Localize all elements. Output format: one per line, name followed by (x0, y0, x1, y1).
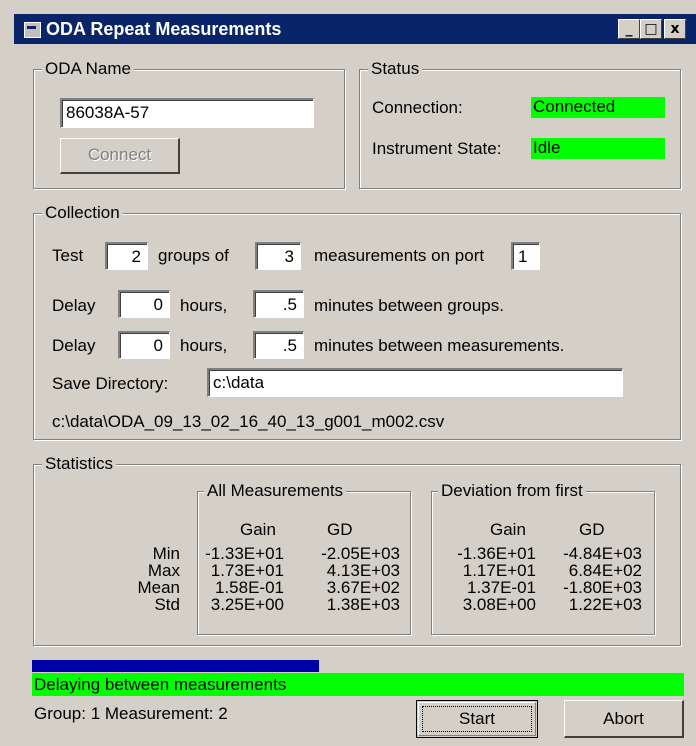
all-gd-header: GD (327, 520, 353, 539)
instrument-state-status: Idle (531, 138, 665, 159)
close-button[interactable]: x (664, 19, 686, 39)
minutes-between-groups-label: minutes between groups. (314, 296, 504, 315)
progress-bar (32, 660, 684, 672)
group-delay-label: Delay (52, 296, 96, 315)
oda-name-legend: ODA Name (42, 59, 134, 79)
all-gd-column: -2.05E+03 4.13E+03 3.67E+02 1.38E+03 (302, 545, 400, 613)
deviation-gd-column: -4.84E+03 6.84E+02 -1.80E+03 1.22E+03 (542, 545, 642, 613)
deviation-gain-column: -1.36E+01 1.17E+01 1.37E-01 3.08E+00 (436, 545, 536, 613)
deviation-legend: Deviation from first (438, 481, 586, 501)
status-legend: Status (368, 59, 423, 79)
save-directory-input[interactable]: c:\data (207, 368, 623, 397)
deviation-gd-max: 6.84E+02 (568, 561, 642, 580)
all-gain-mean: 1.58E-01 (215, 578, 284, 597)
connection-label: Connection: (372, 98, 463, 117)
measurement-delay-minutes-input[interactable]: .5 (253, 331, 304, 359)
deviation-gd-header: GD (579, 520, 605, 539)
abort-button[interactable]: Abort (564, 700, 684, 738)
row-label-max: Max (147, 561, 180, 580)
maximize-button[interactable]: □ (640, 19, 662, 39)
all-measurements-legend: All Measurements (204, 481, 347, 501)
all-gd-min: -2.05E+03 (321, 544, 400, 563)
measurement-delay-hours-input[interactable]: 0 (118, 331, 170, 359)
app-icon[interactable] (24, 22, 41, 38)
instrument-state-label: Instrument State: (372, 139, 502, 158)
groups-of-label: groups of (158, 246, 229, 265)
deviation-gain-mean: 1.37E-01 (467, 578, 536, 597)
deviation-gd-min: -4.84E+03 (563, 544, 642, 563)
deviation-gain-min: -1.36E+01 (457, 544, 536, 563)
row-label-min: Min (152, 544, 180, 563)
group-measurement-counter: Group: 1 Measurement: 2 (34, 704, 228, 723)
window-title: ODA Repeat Measurements (46, 19, 282, 39)
all-gain-std: 3.25E+00 (210, 595, 284, 614)
all-gain-max: 1.73E+01 (210, 561, 284, 580)
title-bar[interactable]: ODA Repeat Measurements _ □ x (14, 14, 696, 44)
deviation-gain-std: 3.08E+00 (462, 595, 536, 614)
minimize-button[interactable]: _ (618, 19, 640, 39)
deviation-gain-header: Gain (490, 520, 526, 539)
start-button[interactable]: Start (416, 700, 538, 738)
groups-count-input[interactable]: 2 (105, 242, 148, 270)
measurements-on-port-label: measurements on port (314, 246, 485, 265)
all-gd-std: 1.38E+03 (326, 595, 400, 614)
connect-button[interactable]: Connect (60, 138, 180, 174)
minutes-between-measurements-label: minutes between measurements. (314, 336, 565, 355)
status-message: Delaying between measurements (32, 673, 684, 696)
measurements-count-input[interactable]: 3 (255, 242, 301, 270)
output-file-path: c:\data\ODA_09_13_02_16_40_13_g001_m002.… (52, 412, 445, 431)
save-directory-label: Save Directory: (52, 374, 169, 393)
progress-bar-fill (32, 660, 319, 672)
all-gd-mean: 3.67E+02 (326, 578, 400, 597)
measurement-hours-label: hours, (180, 336, 228, 355)
all-gain-header: Gain (240, 520, 276, 539)
row-label-mean: Mean (137, 578, 180, 597)
group-delay-minutes-input[interactable]: .5 (253, 290, 304, 318)
row-label-std: Std (154, 595, 180, 614)
test-label: Test (52, 246, 84, 265)
all-gd-max: 4.13E+03 (326, 561, 400, 580)
all-gain-min: -1.33E+01 (205, 544, 284, 563)
port-input[interactable]: 1 (511, 242, 540, 270)
collection-legend: Collection (42, 203, 123, 223)
oda-name-input[interactable]: 86038A-57 (60, 98, 314, 128)
group-hours-label: hours, (180, 296, 228, 315)
deviation-gd-mean: -1.80E+03 (563, 578, 642, 597)
row-labels: Min Max Mean Std (120, 545, 180, 613)
group-delay-hours-input[interactable]: 0 (118, 290, 170, 318)
start-button-label: Start (459, 709, 495, 728)
deviation-gain-max: 1.17E+01 (462, 561, 536, 580)
app-window: ODA Repeat Measurements _ □ x ODA Name 8… (0, 0, 696, 746)
status-group: Status (359, 59, 681, 189)
connection-status: Connected (531, 97, 665, 118)
statistics-legend: Statistics (42, 454, 117, 474)
deviation-gd-std: 1.22E+03 (568, 595, 642, 614)
all-gain-column: -1.33E+01 1.73E+01 1.58E-01 3.25E+00 (198, 545, 284, 613)
measurement-delay-label: Delay (52, 336, 96, 355)
